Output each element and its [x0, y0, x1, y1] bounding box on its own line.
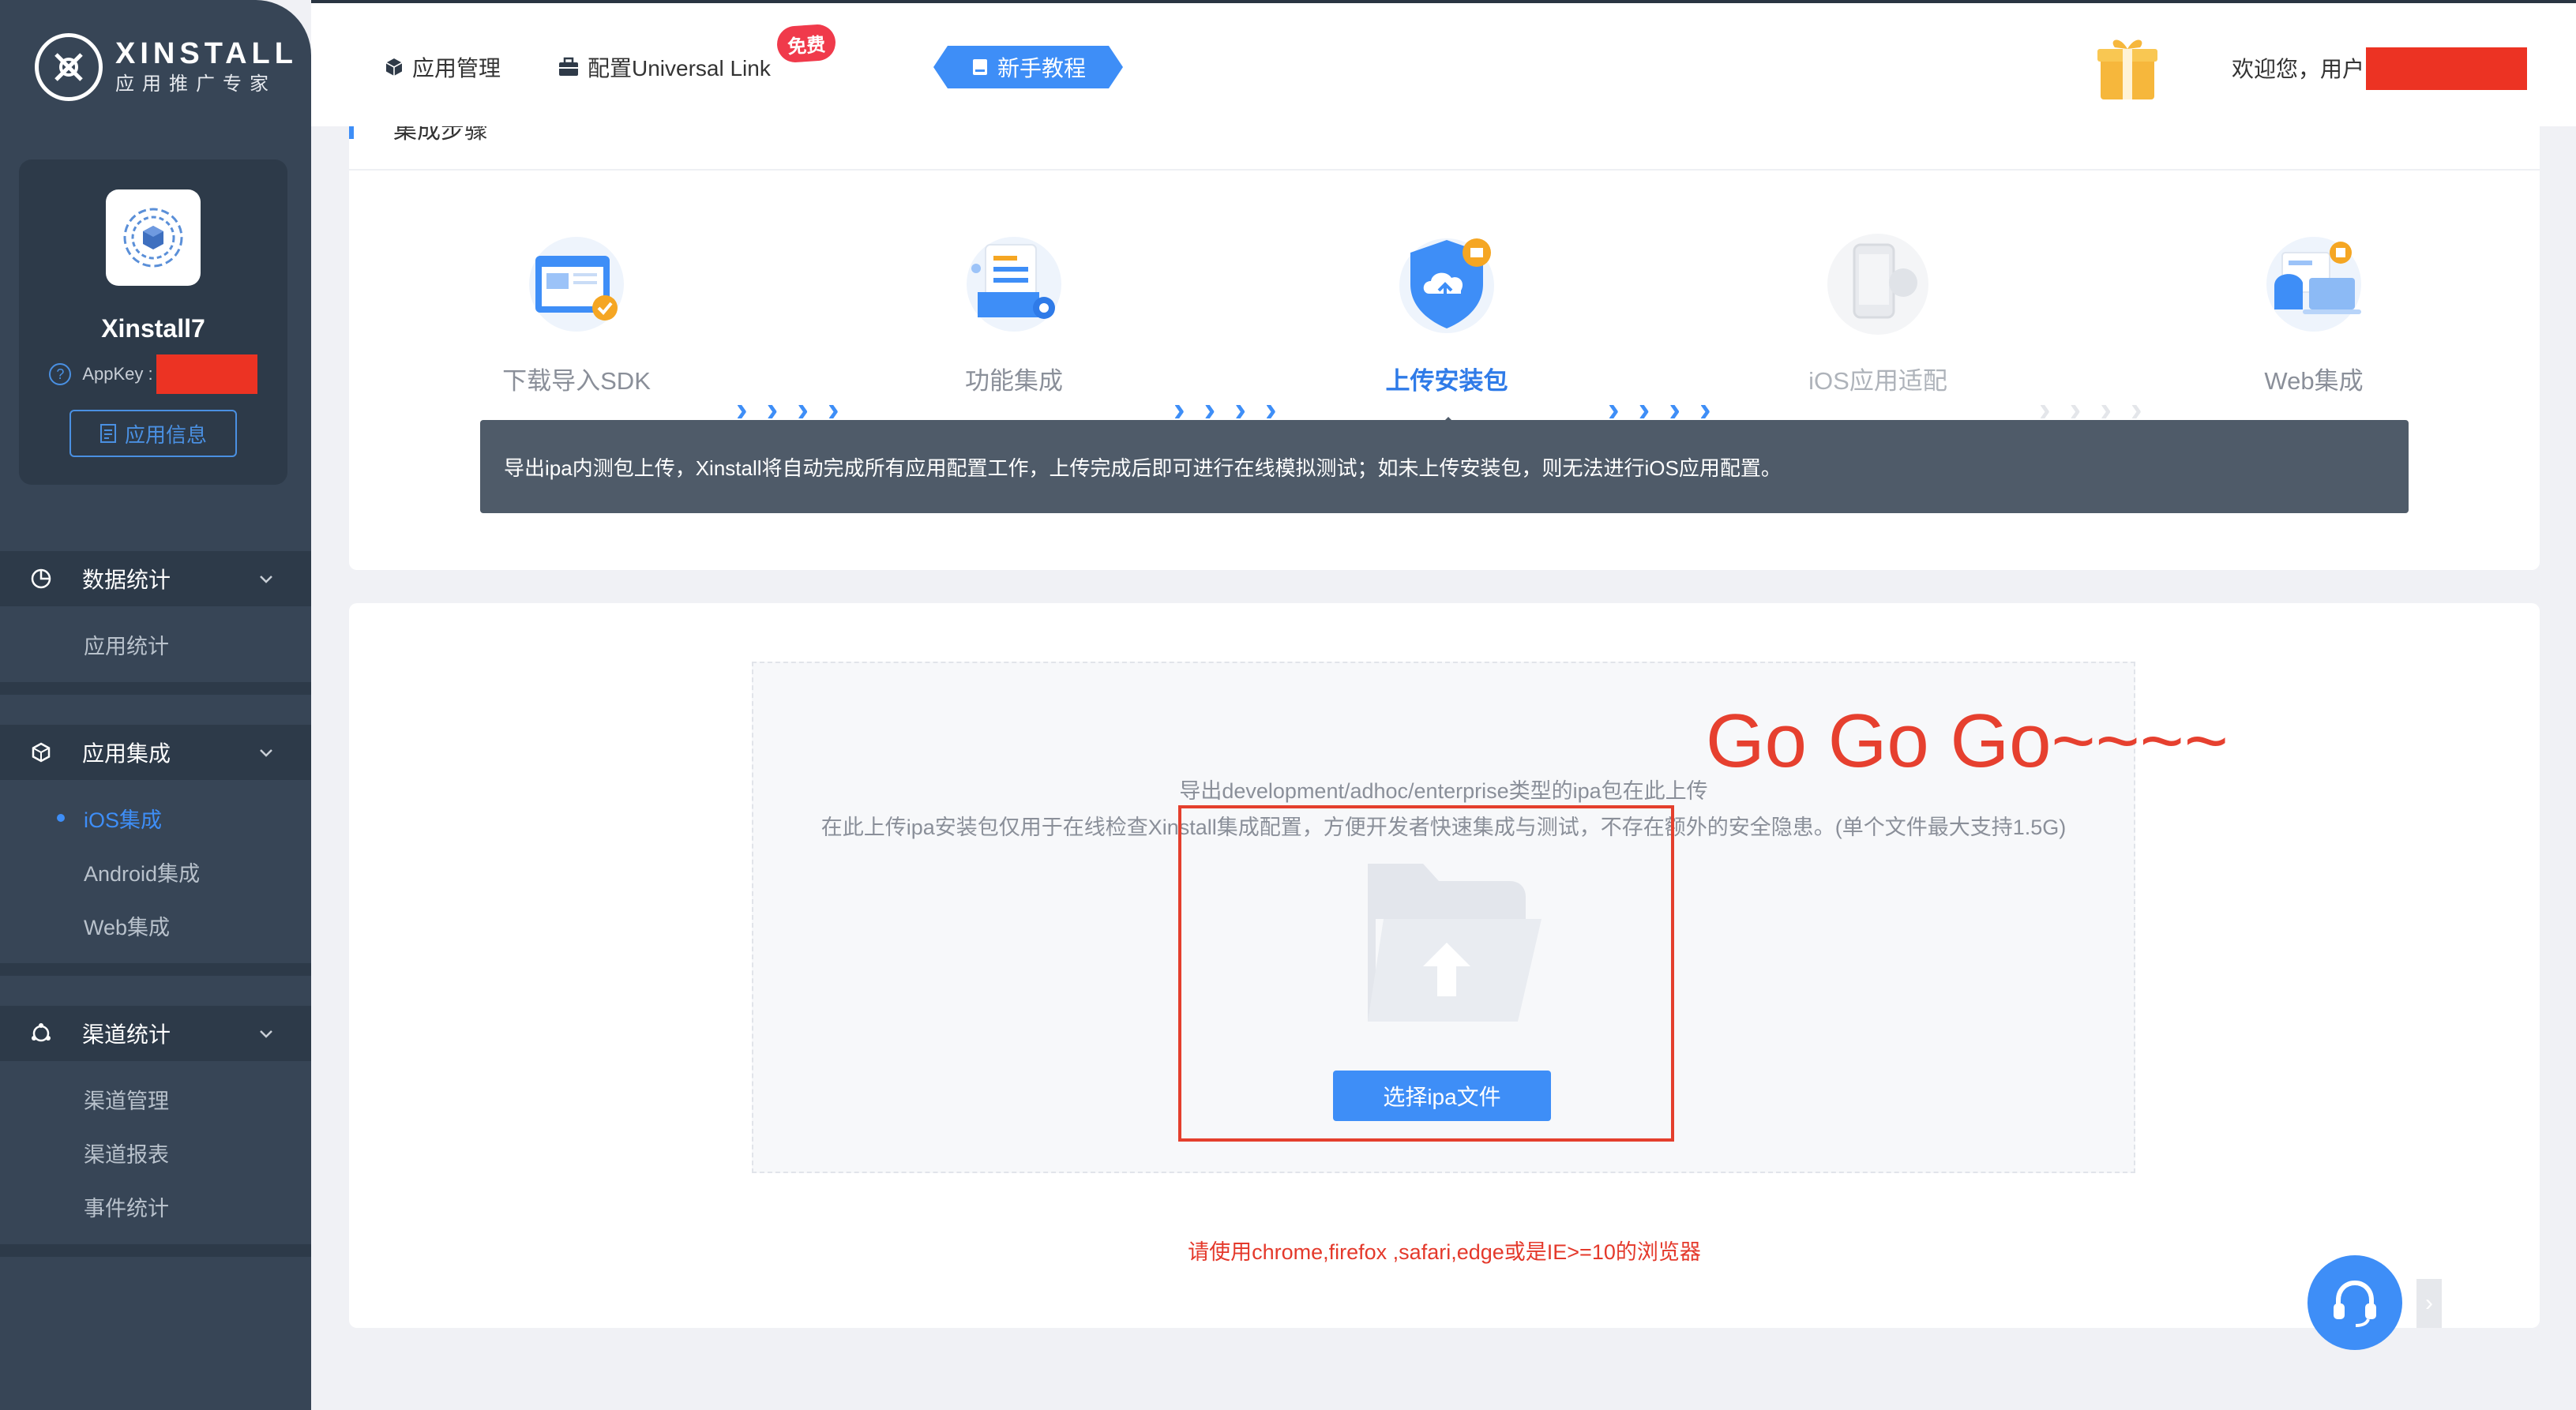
menu-group-channel-stats[interactable]: 渠道统计	[0, 1006, 311, 1061]
sidebar-item-label: iOS集成	[84, 808, 163, 832]
app-avatar	[106, 189, 201, 286]
app-info-label: 应用信息	[124, 422, 207, 447]
step-arrows: › › › ›	[736, 390, 839, 429]
select-ipa-button[interactable]: 选择ipa文件	[1333, 1071, 1551, 1121]
menu-group-label: 渠道统计	[82, 1022, 171, 1047]
sidebar-item-ios[interactable]: iOS集成	[0, 791, 311, 845]
step-feature-integration[interactable]: 功能集成	[919, 221, 1109, 396]
briefcase-icon	[559, 57, 578, 76]
brand[interactable]: XINSTALL 应用推广专家	[35, 32, 298, 103]
gift-icon[interactable]	[2096, 32, 2159, 103]
sidebar: XINSTALL 应用推广专家 Xinstall7 ? AppKey : 应用信…	[0, 0, 311, 1410]
nav-app-management[interactable]: 应用管理	[384, 51, 501, 84]
browser-requirement-note: 请使用chrome,firefox ,safari,edge或是IE>=10的浏…	[1188, 1240, 1701, 1264]
sidebar-item-event-stats[interactable]: 事件统计	[0, 1179, 311, 1233]
menu-group-label: 数据统计	[82, 568, 171, 592]
handwritten-annotation: Go Go Go~~~~	[1706, 699, 2229, 783]
app-name: Xinstall7	[101, 314, 205, 343]
step-arrows-disabled: › › › ›	[2039, 390, 2142, 429]
upload-package-icon	[1399, 238, 1494, 333]
sidebar-item-label: Web集成	[84, 915, 171, 939]
book-icon	[972, 59, 987, 75]
step-label: 功能集成	[965, 367, 1063, 395]
appkey-row: ? AppKey :	[49, 354, 257, 394]
divider	[0, 1244, 311, 1257]
sidebar-item-web[interactable]: Web集成	[0, 898, 311, 952]
step-label: 上传安装包	[1385, 367, 1508, 395]
channel-icon	[32, 1023, 51, 1042]
step-sdk-download[interactable]: 下载导入SDK	[482, 221, 671, 396]
appkey-redaction	[156, 354, 257, 394]
username-redaction	[2366, 47, 2527, 90]
support-headset-button[interactable]	[2308, 1255, 2402, 1350]
step-upload-package[interactable]: 上传安装包	[1352, 221, 1541, 396]
app-card: Xinstall7 ? AppKey : 应用信息	[19, 159, 287, 485]
free-badge: 免费	[775, 23, 837, 64]
app-cube-icon	[123, 208, 183, 268]
sidebar-item-label: 应用统计	[84, 634, 169, 658]
feature-integration-icon	[967, 237, 1061, 332]
step-tip-text: 导出ipa内测包上传，Xinstall将自动完成所有应用配置工作，上传完成后即可…	[504, 456, 1782, 480]
pie-chart-icon	[31, 568, 51, 589]
web-integration-icon	[2266, 237, 2361, 332]
xinstall-logo-icon	[35, 33, 103, 101]
ios-adapt-icon	[1827, 234, 1928, 335]
sidebar-item-channel-manage[interactable]: 渠道管理	[0, 1072, 311, 1126]
sdk-download-icon	[529, 237, 624, 332]
step-web-integration[interactable]: Web集成	[2219, 221, 2409, 396]
step-arrows: › › › ›	[1608, 390, 1711, 429]
upload-panel: 导出development/adhoc/enterprise类型的ipa包在此上…	[349, 603, 2540, 1328]
sidebar-item-label: 渠道报表	[84, 1142, 169, 1167]
sidebar-item-label: 事件统计	[84, 1196, 169, 1221]
folder-upload-icon	[1368, 864, 1541, 1022]
tutorial-label: 新手教程	[997, 56, 1086, 81]
document-icon	[100, 424, 116, 443]
divider	[0, 682, 311, 695]
chevron-down-icon	[260, 1030, 272, 1038]
step-label: 下载导入SDK	[502, 367, 651, 395]
sidebar-item-android[interactable]: Android集成	[0, 845, 311, 898]
menu-group-data-stats[interactable]: 数据统计	[0, 551, 311, 606]
integration-steps-panel: 集成步骤 下载导入SDK › › › › 功能集成 › › › › 上传安装包 …	[349, 126, 2540, 570]
nav-label: 应用管理	[412, 56, 501, 81]
select-ipa-label: 选择ipa文件	[1383, 1085, 1501, 1109]
app-info-button[interactable]: 应用信息	[69, 410, 237, 457]
sidebar-item-channel-report[interactable]: 渠道报表	[0, 1126, 311, 1179]
chevron-down-icon	[260, 749, 272, 757]
appkey-label: AppKey :	[82, 364, 153, 384]
chevron-right-icon[interactable]: ›	[2416, 1279, 2442, 1328]
brand-name: XINSTALL	[115, 37, 298, 70]
title-marker	[349, 126, 354, 139]
sidebar-item-label: Android集成	[84, 861, 201, 886]
welcome-text: 欢迎您，用户	[2232, 57, 2365, 81]
nav-label: 配置Universal Link	[588, 56, 771, 81]
divider	[0, 963, 311, 976]
cube-icon	[32, 742, 51, 763]
active-dot	[57, 814, 65, 822]
cube-icon	[385, 58, 403, 76]
step-tip: 导出ipa内测包上传，Xinstall将自动完成所有应用配置工作，上传完成后即可…	[480, 420, 2409, 513]
headset-icon	[2334, 1280, 2376, 1327]
step-label: iOS应用适配	[1808, 367, 1947, 395]
brand-subtitle: 应用推广专家	[115, 73, 276, 95]
step-label: Web集成	[2264, 367, 2364, 395]
help-icon[interactable]: ?	[49, 363, 72, 385]
nav-universal-link[interactable]: 配置Universal Link	[558, 51, 771, 84]
menu-group-label: 应用集成	[82, 741, 171, 766]
tutorial-button[interactable]: 新手教程	[933, 46, 1123, 88]
menu-group-app-integration[interactable]: 应用集成	[0, 725, 311, 780]
sidebar-item-app-stats[interactable]: 应用统计	[0, 617, 311, 671]
step-ios-adapt[interactable]: iOS应用适配	[1783, 221, 1973, 396]
chevron-down-icon	[260, 576, 272, 583]
sidebar-item-label: 渠道管理	[84, 1089, 169, 1113]
step-arrows: › › › ›	[1173, 390, 1277, 429]
steps-title-bar: 集成步骤	[349, 126, 2540, 171]
top-header: 应用管理 配置Universal Link 免费 新手教程 欢迎您，用户	[311, 0, 2576, 126]
